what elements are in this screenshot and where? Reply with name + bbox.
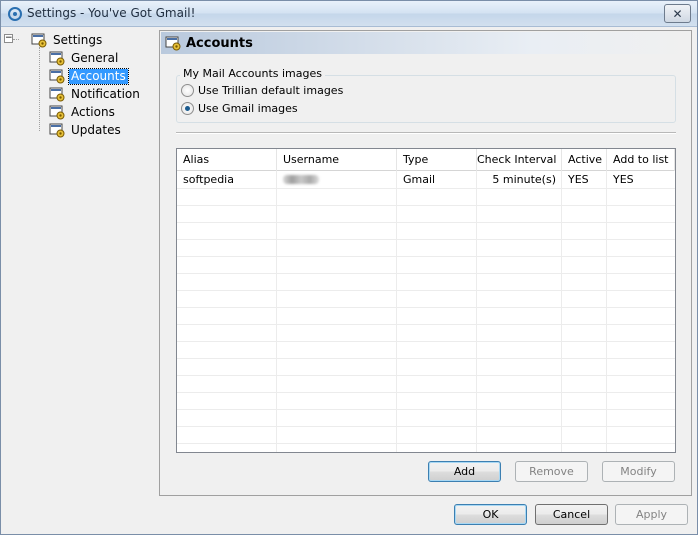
window-title: Settings - You've Got Gmail!	[27, 6, 196, 20]
cell-alias: softpedia	[183, 173, 234, 186]
grid-row-line	[177, 341, 675, 342]
tree-connector	[39, 47, 40, 131]
column-header-check-interval[interactable]: Check Interval	[477, 149, 562, 171]
grid-column	[397, 171, 477, 452]
remove-button[interactable]: Remove	[515, 461, 588, 482]
grid-row-line	[177, 256, 675, 257]
modify-button[interactable]: Modify	[602, 461, 675, 482]
grid-row-line	[177, 290, 675, 291]
accounts-panel: Accounts My Mail Accounts images Use Tri…	[159, 30, 692, 496]
radio-button[interactable]	[181, 102, 194, 115]
notification-node-icon	[49, 87, 65, 102]
tree-item-updates[interactable]: Updates	[49, 121, 123, 139]
radio-gmail-images[interactable]: Use Gmail images	[181, 102, 298, 115]
radio-label: Use Trillian default images	[198, 84, 344, 97]
tree-item-label: Notification	[71, 86, 140, 101]
grid-row-line	[177, 409, 675, 410]
separator	[176, 132, 676, 134]
cell-type: Gmail	[403, 173, 436, 186]
tree-item-actions[interactable]: Actions	[49, 103, 117, 121]
general-node-icon	[49, 51, 65, 66]
column-header-alias[interactable]: Alias	[177, 149, 277, 171]
grid-row-line	[177, 358, 675, 359]
updates-node-icon	[49, 123, 65, 138]
apply-button[interactable]: Apply	[615, 504, 688, 525]
tree-item-general[interactable]: General	[49, 49, 120, 67]
column-header-add-to-list[interactable]: Add to list	[607, 149, 675, 171]
cancel-button[interactable]: Cancel	[535, 504, 608, 525]
title-bar[interactable]: Settings - You've Got Gmail! ✕	[1, 1, 697, 27]
images-groupbox	[176, 75, 676, 123]
grid-row-line	[177, 307, 675, 308]
panel-title: Accounts	[186, 35, 253, 51]
accounts-node-icon	[49, 69, 65, 84]
tree-expander-settings[interactable]: −	[4, 34, 13, 43]
grid-row-line	[177, 392, 675, 393]
grid-row-line	[177, 443, 675, 444]
accounts-header-icon	[165, 36, 181, 51]
grid-row-line	[177, 324, 675, 325]
grid-row-line	[177, 273, 675, 274]
actions-node-icon	[49, 105, 65, 120]
cell-active: YES	[568, 173, 589, 186]
grid-column	[277, 171, 397, 452]
tree-item-settings[interactable]: Settings	[31, 31, 104, 49]
add-button[interactable]: Add	[428, 461, 501, 482]
radio-trillian-images[interactable]: Use Trillian default images	[181, 84, 343, 97]
cell-add-to-list: YES	[613, 173, 634, 186]
column-header-username[interactable]: Username	[277, 149, 397, 171]
close-icon: ✕	[672, 6, 683, 21]
grid-column	[177, 171, 277, 452]
app-icon	[8, 7, 22, 21]
tree-item-label: General	[71, 50, 119, 65]
tree-connector	[13, 39, 19, 40]
cell-check-interval: 5 minute(s)	[492, 173, 556, 186]
radio-button[interactable]	[181, 84, 194, 97]
radio-label: Use Gmail images	[198, 102, 298, 115]
column-header-active[interactable]: Active	[562, 149, 607, 171]
collapse-icon: −	[5, 33, 13, 43]
tree-item-notification[interactable]: Notification	[49, 85, 142, 103]
images-groupbox-legend: My Mail Accounts images	[180, 67, 325, 80]
tree-item-label: Settings	[53, 32, 103, 47]
ok-button[interactable]: OK	[454, 504, 527, 525]
accounts-list-header: Alias Username Type Check Interval Activ…	[177, 149, 675, 171]
cell-username	[277, 171, 397, 188]
column-header-type[interactable]: Type	[397, 149, 477, 171]
blurred-username	[283, 175, 319, 184]
tree-item-label: Updates	[71, 122, 121, 137]
panel-header: Accounts	[161, 32, 690, 54]
grid-row-line	[177, 426, 675, 427]
grid-row-line	[177, 239, 675, 240]
tree-item-label: Actions	[71, 104, 115, 119]
tree-item-accounts[interactable]: Accounts	[49, 67, 129, 85]
grid-row-line	[177, 188, 675, 189]
accounts-list[interactable]: Alias Username Type Check Interval Activ…	[176, 148, 676, 453]
tree-item-label: Accounts	[68, 67, 129, 85]
grid-column	[562, 171, 607, 452]
grid-row-line	[177, 375, 675, 376]
grid-column	[477, 171, 562, 452]
grid-row-line	[177, 222, 675, 223]
grid-row-line	[177, 205, 675, 206]
settings-window: Settings - You've Got Gmail! ✕ − Setting…	[0, 0, 698, 535]
settings-node-icon	[31, 33, 47, 48]
close-button[interactable]: ✕	[664, 4, 691, 23]
